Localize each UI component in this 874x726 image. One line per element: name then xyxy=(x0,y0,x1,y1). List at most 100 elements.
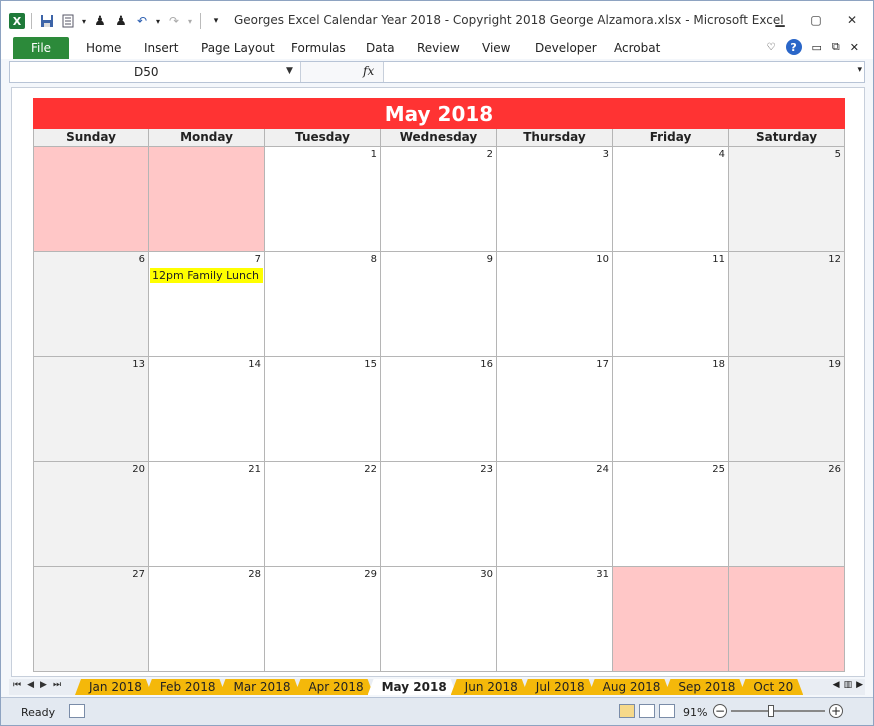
day-cell[interactable]: 28 xyxy=(149,567,265,672)
close-icon[interactable]: ✕ xyxy=(845,13,859,27)
zoom-slider-handle[interactable] xyxy=(768,705,774,717)
day-cell[interactable]: 31 xyxy=(497,567,613,672)
scroll-thumb-icon[interactable]: ▥ xyxy=(844,680,853,690)
day-cell[interactable]: 4 xyxy=(613,147,729,252)
form-icon[interactable] xyxy=(59,12,77,30)
tab-page-layout[interactable]: Page Layout xyxy=(201,41,275,55)
tab-home[interactable]: Home xyxy=(86,41,121,55)
day-cell[interactable]: 24 xyxy=(497,462,613,567)
day-cell[interactable]: 5 xyxy=(729,147,845,252)
macro-record-icon[interactable] xyxy=(69,704,85,718)
minimize-icon[interactable]: ▁ xyxy=(773,13,787,27)
day-cell[interactable]: 11 xyxy=(613,252,729,357)
zoom-level[interactable]: 91% xyxy=(683,706,707,719)
day-cell[interactable]: 8 xyxy=(265,252,381,357)
restore-icon[interactable]: ▢ xyxy=(809,13,823,27)
expand-formula-bar-icon[interactable]: ▾ xyxy=(857,65,862,75)
sheet-tab-mar[interactable]: Mar 2018 xyxy=(219,679,300,695)
week-row: 1 2 3 4 5 xyxy=(33,147,845,252)
day-cell[interactable]: 25 xyxy=(613,462,729,567)
sheet-tab-jun[interactable]: Jun 2018 xyxy=(451,679,528,695)
zoom-slider[interactable] xyxy=(731,710,825,712)
calendar-event[interactable]: 12pm Family Lunch xyxy=(150,268,263,283)
day-cell[interactable]: 17 xyxy=(497,357,613,462)
day-cell[interactable]: 26 xyxy=(729,462,845,567)
workbook-restore-icon[interactable]: ⧉ xyxy=(832,40,840,54)
sheet-tab-aug[interactable]: Aug 2018 xyxy=(589,679,671,695)
page-break-view-icon[interactable] xyxy=(659,704,675,718)
day-cell[interactable]: 7 12pm Family Lunch xyxy=(149,252,265,357)
horizontal-scrollbar[interactable]: ◀ ▥ ▶ xyxy=(833,680,863,690)
day-cell[interactable]: 29 xyxy=(265,567,381,672)
day-cell-blank[interactable] xyxy=(729,567,845,672)
sheet-tab-apr[interactable]: Apr 2018 xyxy=(294,679,373,695)
undo-dropdown-icon[interactable]: ▾ xyxy=(154,12,162,30)
formula-input[interactable] xyxy=(386,65,846,79)
day-cell[interactable]: 2 xyxy=(381,147,497,252)
sheet-tab-oct[interactable]: Oct 20 xyxy=(739,679,803,695)
tab-data[interactable]: Data xyxy=(366,41,395,55)
window-controls: ▁ ▢ ✕ xyxy=(773,13,859,27)
tab-insert[interactable]: Insert xyxy=(144,41,178,55)
day-cell[interactable]: 21 xyxy=(149,462,265,567)
sheet-tab-may[interactable]: May 2018 xyxy=(368,679,457,695)
minimize-ribbon-icon[interactable]: ♡ xyxy=(767,42,776,53)
day-cell[interactable]: 6 xyxy=(33,252,149,357)
day-cell[interactable]: 30 xyxy=(381,567,497,672)
excel-logo-icon[interactable]: X xyxy=(9,13,25,29)
name-box-dropdown-icon[interactable]: ▼ xyxy=(286,66,293,76)
day-cell[interactable]: 9 xyxy=(381,252,497,357)
insert-function-icon[interactable]: fx xyxy=(363,64,374,78)
worksheet[interactable]: May 2018 Sunday Monday Tuesday Wednesday… xyxy=(11,87,865,677)
scroll-left-icon[interactable]: ◀ xyxy=(833,680,840,690)
sheet-tab-jan[interactable]: Jan 2018 xyxy=(75,679,152,695)
day-cell-blank[interactable] xyxy=(33,147,149,252)
sheet-tab-feb[interactable]: Feb 2018 xyxy=(146,679,226,695)
tab-formulas[interactable]: Formulas xyxy=(291,41,346,55)
day-cell[interactable]: 13 xyxy=(33,357,149,462)
day-cell[interactable]: 12 xyxy=(729,252,845,357)
page-layout-view-icon[interactable] xyxy=(639,704,655,718)
undo-icon[interactable]: ↶ xyxy=(133,12,151,30)
next-sheet-icon[interactable]: ▶ xyxy=(40,680,47,690)
day-cell[interactable]: 23 xyxy=(381,462,497,567)
day-cell[interactable]: 15 xyxy=(265,357,381,462)
day-cell[interactable]: 19 xyxy=(729,357,845,462)
name-box[interactable]: D50 ▼ xyxy=(10,62,298,82)
normal-view-icon[interactable] xyxy=(619,704,635,718)
workbook-close-icon[interactable]: ✕ xyxy=(850,41,859,54)
day-cell[interactable]: 10 xyxy=(497,252,613,357)
tab-developer[interactable]: Developer xyxy=(535,41,597,55)
dropdown-arrow-icon[interactable]: ▾ xyxy=(80,12,88,30)
prev-sheet-icon[interactable]: ◀ xyxy=(27,680,34,690)
find-replace-icon[interactable]: ♟ xyxy=(112,12,130,30)
day-cell[interactable]: 22 xyxy=(265,462,381,567)
tab-acrobat[interactable]: Acrobat xyxy=(614,41,660,55)
day-cell[interactable]: 14 xyxy=(149,357,265,462)
day-cell-blank[interactable] xyxy=(613,567,729,672)
day-cell[interactable]: 27 xyxy=(33,567,149,672)
zoom-out-icon[interactable]: − xyxy=(713,704,727,718)
day-cell-blank[interactable] xyxy=(149,147,265,252)
day-cell[interactable]: 18 xyxy=(613,357,729,462)
day-cell[interactable]: 3 xyxy=(497,147,613,252)
zoom-in-icon[interactable]: + xyxy=(829,704,843,718)
first-sheet-icon[interactable]: ⏮ xyxy=(13,680,21,690)
scroll-right-icon[interactable]: ▶ xyxy=(856,680,863,690)
tab-view[interactable]: View xyxy=(482,41,510,55)
help-icon[interactable]: ? xyxy=(785,39,802,55)
last-sheet-icon[interactable]: ⏭ xyxy=(53,680,61,690)
workbook-minimize-icon[interactable]: ▭ xyxy=(812,41,822,54)
sheet-tab-jul[interactable]: Jul 2018 xyxy=(522,679,595,695)
customize-qat-icon[interactable]: ▾ xyxy=(207,12,225,30)
day-cell[interactable]: 1 xyxy=(265,147,381,252)
day-cell[interactable]: 16 xyxy=(381,357,497,462)
save-icon[interactable] xyxy=(38,12,56,30)
day-cell[interactable]: 20 xyxy=(33,462,149,567)
redo-icon[interactable]: ↷ xyxy=(165,12,183,30)
find-icon[interactable]: ♟ xyxy=(91,12,109,30)
tab-file[interactable]: File xyxy=(13,37,69,59)
sheet-tab-sep[interactable]: Sep 2018 xyxy=(664,679,745,695)
tab-review[interactable]: Review xyxy=(417,41,460,55)
redo-dropdown-icon[interactable]: ▾ xyxy=(186,12,194,30)
